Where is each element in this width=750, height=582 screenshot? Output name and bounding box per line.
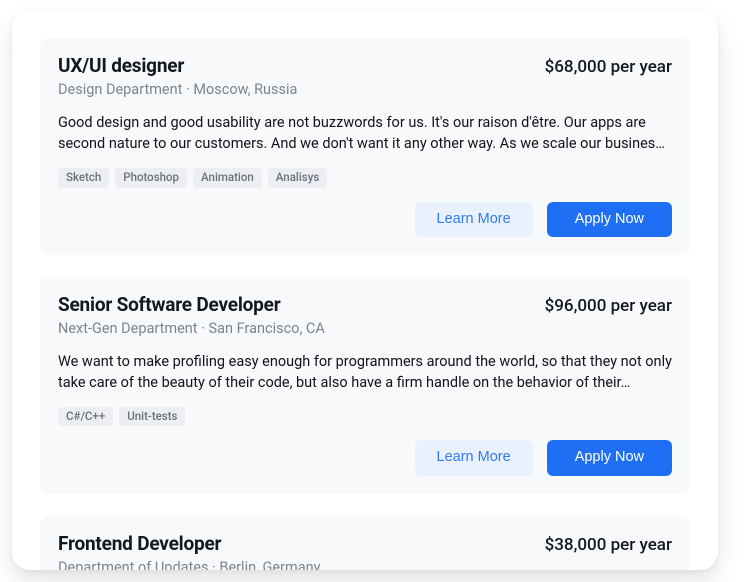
job-salary: $68,000 per year bbox=[545, 57, 672, 77]
job-tag: C#/C++ bbox=[58, 407, 113, 427]
job-title: UX/UI designer bbox=[58, 54, 184, 77]
job-actions: Learn More Apply Now bbox=[58, 202, 672, 237]
job-description: Good design and good usability are not b… bbox=[58, 112, 672, 154]
job-meta: Next-Gen Department · San Francisco, CA bbox=[58, 320, 672, 337]
job-tag: Unit-tests bbox=[119, 407, 185, 427]
job-tags: Sketch Photoshop Animation Analisys bbox=[58, 168, 672, 188]
job-description: We want to make profiling easy enough fo… bbox=[58, 351, 672, 393]
job-card-header: Frontend Developer $38,000 per year bbox=[58, 532, 672, 555]
job-tag: Sketch bbox=[58, 168, 109, 188]
learn-more-button[interactable]: Learn More bbox=[415, 202, 533, 237]
job-tag: Photoshop bbox=[115, 168, 187, 188]
job-card: UX/UI designer $68,000 per year Design D… bbox=[40, 38, 690, 255]
job-card-header: UX/UI designer $68,000 per year bbox=[58, 54, 672, 77]
job-meta: Design Department · Moscow, Russia bbox=[58, 81, 672, 98]
job-actions: Learn More Apply Now bbox=[58, 440, 672, 475]
apply-now-button[interactable]: Apply Now bbox=[547, 202, 672, 237]
job-title: Senior Software Developer bbox=[58, 293, 281, 316]
job-tag: Animation bbox=[193, 168, 262, 188]
job-salary: $96,000 per year bbox=[545, 296, 672, 316]
job-card-header: Senior Software Developer $96,000 per ye… bbox=[58, 293, 672, 316]
job-card: Senior Software Developer $96,000 per ye… bbox=[40, 277, 690, 494]
job-tags: C#/C++ Unit-tests bbox=[58, 407, 672, 427]
job-card: Frontend Developer $38,000 per year Depa… bbox=[40, 516, 690, 570]
learn-more-button[interactable]: Learn More bbox=[415, 440, 533, 475]
job-salary: $38,000 per year bbox=[545, 535, 672, 555]
job-meta: Department of Updates · Berlin, Germany bbox=[58, 559, 672, 570]
job-tag: Analisys bbox=[268, 168, 327, 188]
job-title: Frontend Developer bbox=[58, 532, 221, 555]
apply-now-button[interactable]: Apply Now bbox=[547, 440, 672, 475]
job-list-panel: UX/UI designer $68,000 per year Design D… bbox=[12, 10, 718, 570]
